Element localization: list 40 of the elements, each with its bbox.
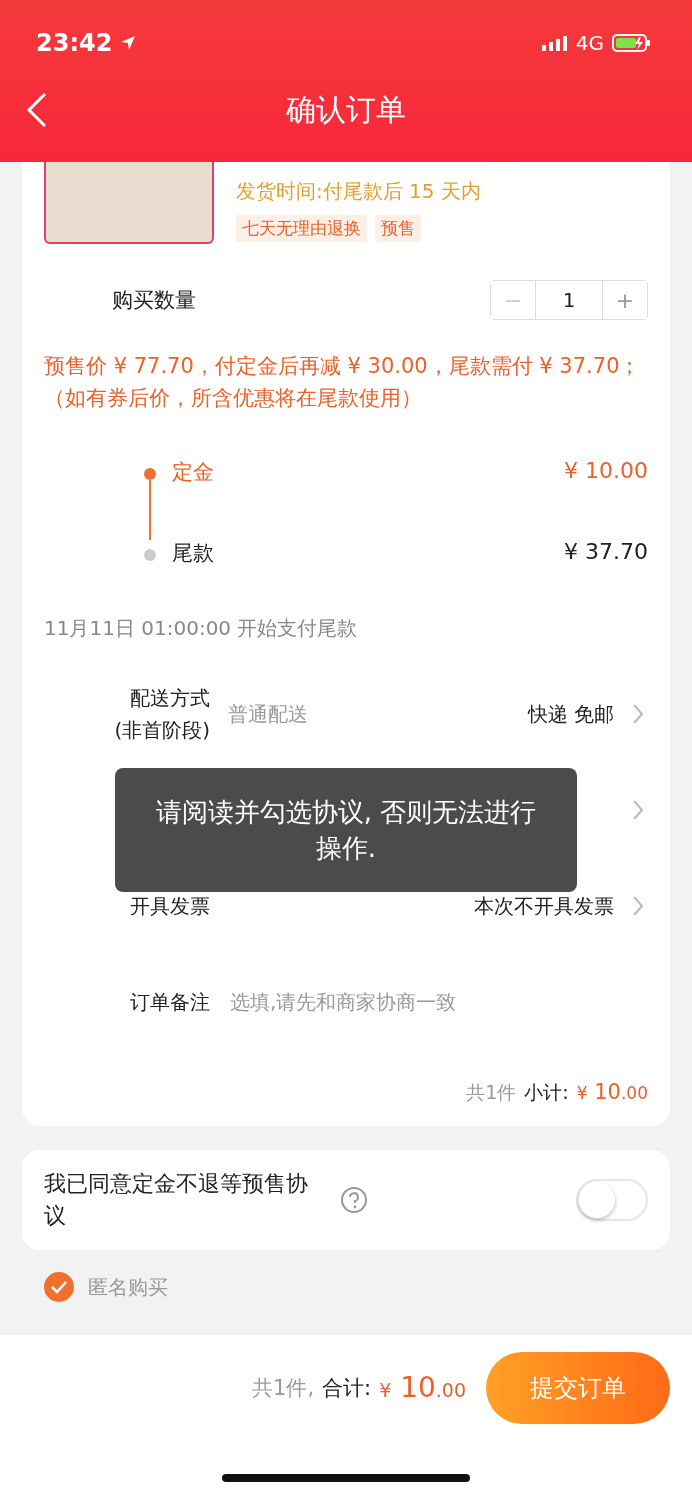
product-tag: 预售 [375, 215, 421, 242]
stage-label: 尾款 [172, 540, 214, 567]
battery-icon [612, 33, 652, 53]
checkmark-icon [50, 1280, 68, 1294]
row-label: 配送方式 (非首阶段) [113, 685, 210, 744]
agreement-toggle[interactable] [576, 1179, 648, 1221]
quantity-label: 购买数量 [112, 287, 196, 314]
page-title: 确认订单 [286, 90, 406, 129]
total-label: 合计: [322, 1374, 372, 1402]
subtotal-label: 小计: [524, 1080, 569, 1105]
final-payment-note: 11月11日 01:00:00 开始支付尾款 [44, 615, 359, 642]
network-label: 4G [575, 31, 604, 55]
agreement-text: 我已同意定金不退等预售协议 [44, 1170, 309, 1230]
chevron-icon[interactable] [632, 799, 644, 821]
row-detail: 本次不开具发票 [474, 892, 614, 920]
chevron-icon[interactable] [632, 703, 644, 725]
stage-amount: ¥ 37.70 [564, 539, 648, 564]
chevron-icon[interactable] [632, 895, 644, 917]
stage-label: 定金 [172, 459, 214, 486]
row-label: 订单备注 [129, 989, 210, 1016]
total-amount: ¥ 10.00 [379, 1371, 466, 1404]
back-icon[interactable] [26, 92, 48, 128]
subtotal-amount: ¥ 10.00 [576, 1080, 648, 1104]
signal-icon [541, 35, 568, 51]
anonymous-label: 匿名购买 [88, 1273, 168, 1301]
anonymous-checkbox[interactable] [44, 1272, 74, 1302]
help-icon[interactable] [340, 1186, 368, 1214]
stage-amount: ¥ 10.00 [564, 458, 648, 483]
row-detail: 快递 免邮 [527, 700, 614, 728]
presale-notice: 预售价 ¥ 77.70，付定金后再减 ¥ 30.00，尾款需付 ¥ 37.70；（如有券后价，所含优惠将在尾款使用） [44, 353, 642, 412]
item-count: 共1件 [466, 1080, 517, 1105]
status-time: 23:42 [36, 29, 113, 57]
submit-order-button[interactable]: 提交订单 [486, 1351, 670, 1424]
shipping-time: 发货时间:付尾款后 15 天内 [236, 178, 481, 205]
total-count: 共1件, [252, 1374, 315, 1402]
row-value: 普通配送 [228, 700, 308, 728]
toast-message: 请阅读并勾选协议, 否则无法进行操作. [115, 768, 577, 892]
product-tag: 七天无理由退换 [236, 215, 367, 242]
row-label: 开具发票 [129, 893, 210, 920]
location-arrow-icon [120, 35, 137, 51]
